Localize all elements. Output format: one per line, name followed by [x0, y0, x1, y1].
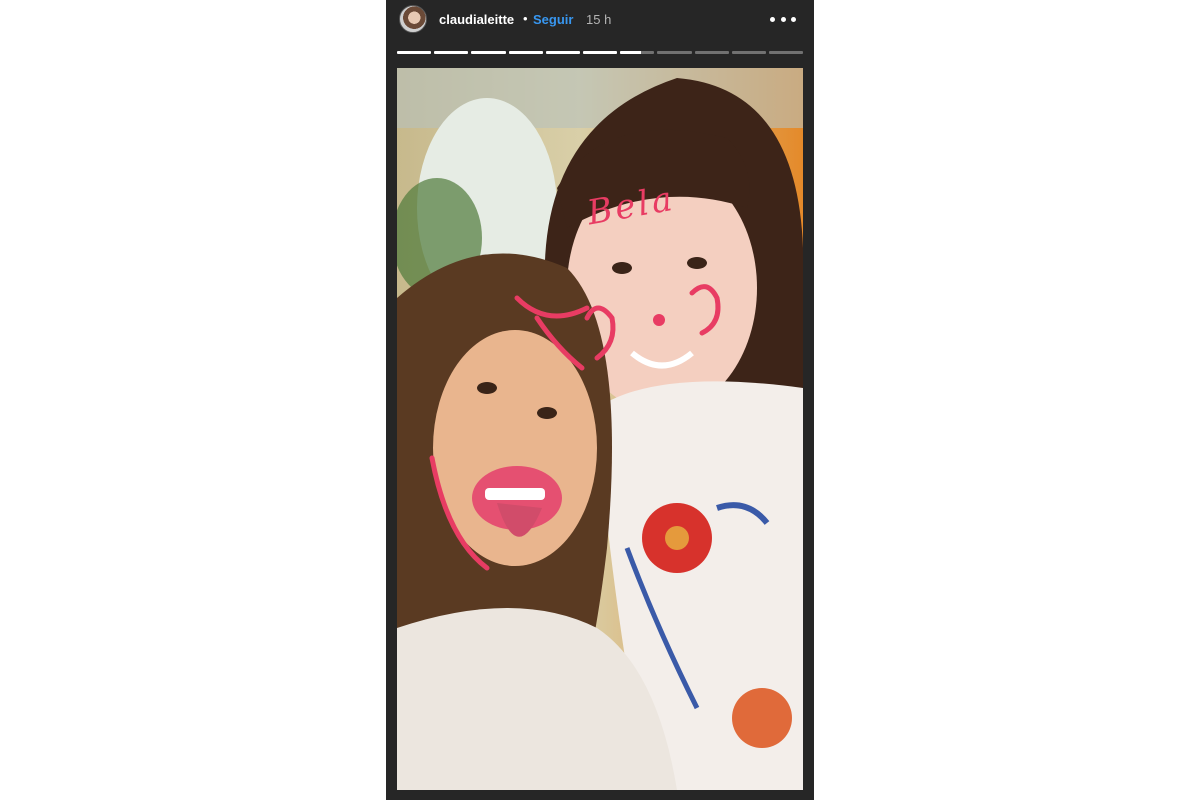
story-viewer: claudialeitte • Seguir 15 h Bela: [386, 0, 814, 800]
follow-button[interactable]: Seguir: [533, 12, 573, 27]
story-photo[interactable]: Bela: [397, 68, 803, 790]
progress-segment: [731, 51, 766, 54]
story-progress-bar: [397, 51, 804, 54]
avatar[interactable]: [399, 5, 427, 33]
progress-segment: [434, 51, 469, 54]
progress-segment-fill: [620, 51, 641, 54]
progress-segment-fill: [545, 51, 580, 54]
progress-segment: [582, 51, 618, 54]
separator-dot: •: [523, 11, 528, 26]
progress-segment-fill: [434, 51, 469, 54]
username[interactable]: claudialeitte: [439, 12, 514, 27]
progress-segment: [471, 51, 506, 54]
progress-segment-fill: [508, 51, 543, 54]
progress-segment: [657, 51, 692, 54]
progress-segment: [397, 51, 432, 54]
progress-segment: [508, 51, 543, 54]
progress-segment: [620, 51, 655, 54]
progress-segment: [694, 51, 729, 54]
selfie-image: [397, 68, 803, 790]
progress-segment-fill: [471, 51, 506, 54]
progress-segment: [545, 51, 580, 54]
story-header: claudialeitte • Seguir 15 h: [386, 0, 814, 40]
more-options-icon[interactable]: [770, 9, 796, 29]
progress-segment-fill: [582, 51, 618, 54]
timestamp: 15 h: [586, 12, 612, 27]
progress-segment: [768, 51, 804, 54]
progress-segment-fill: [397, 51, 432, 54]
